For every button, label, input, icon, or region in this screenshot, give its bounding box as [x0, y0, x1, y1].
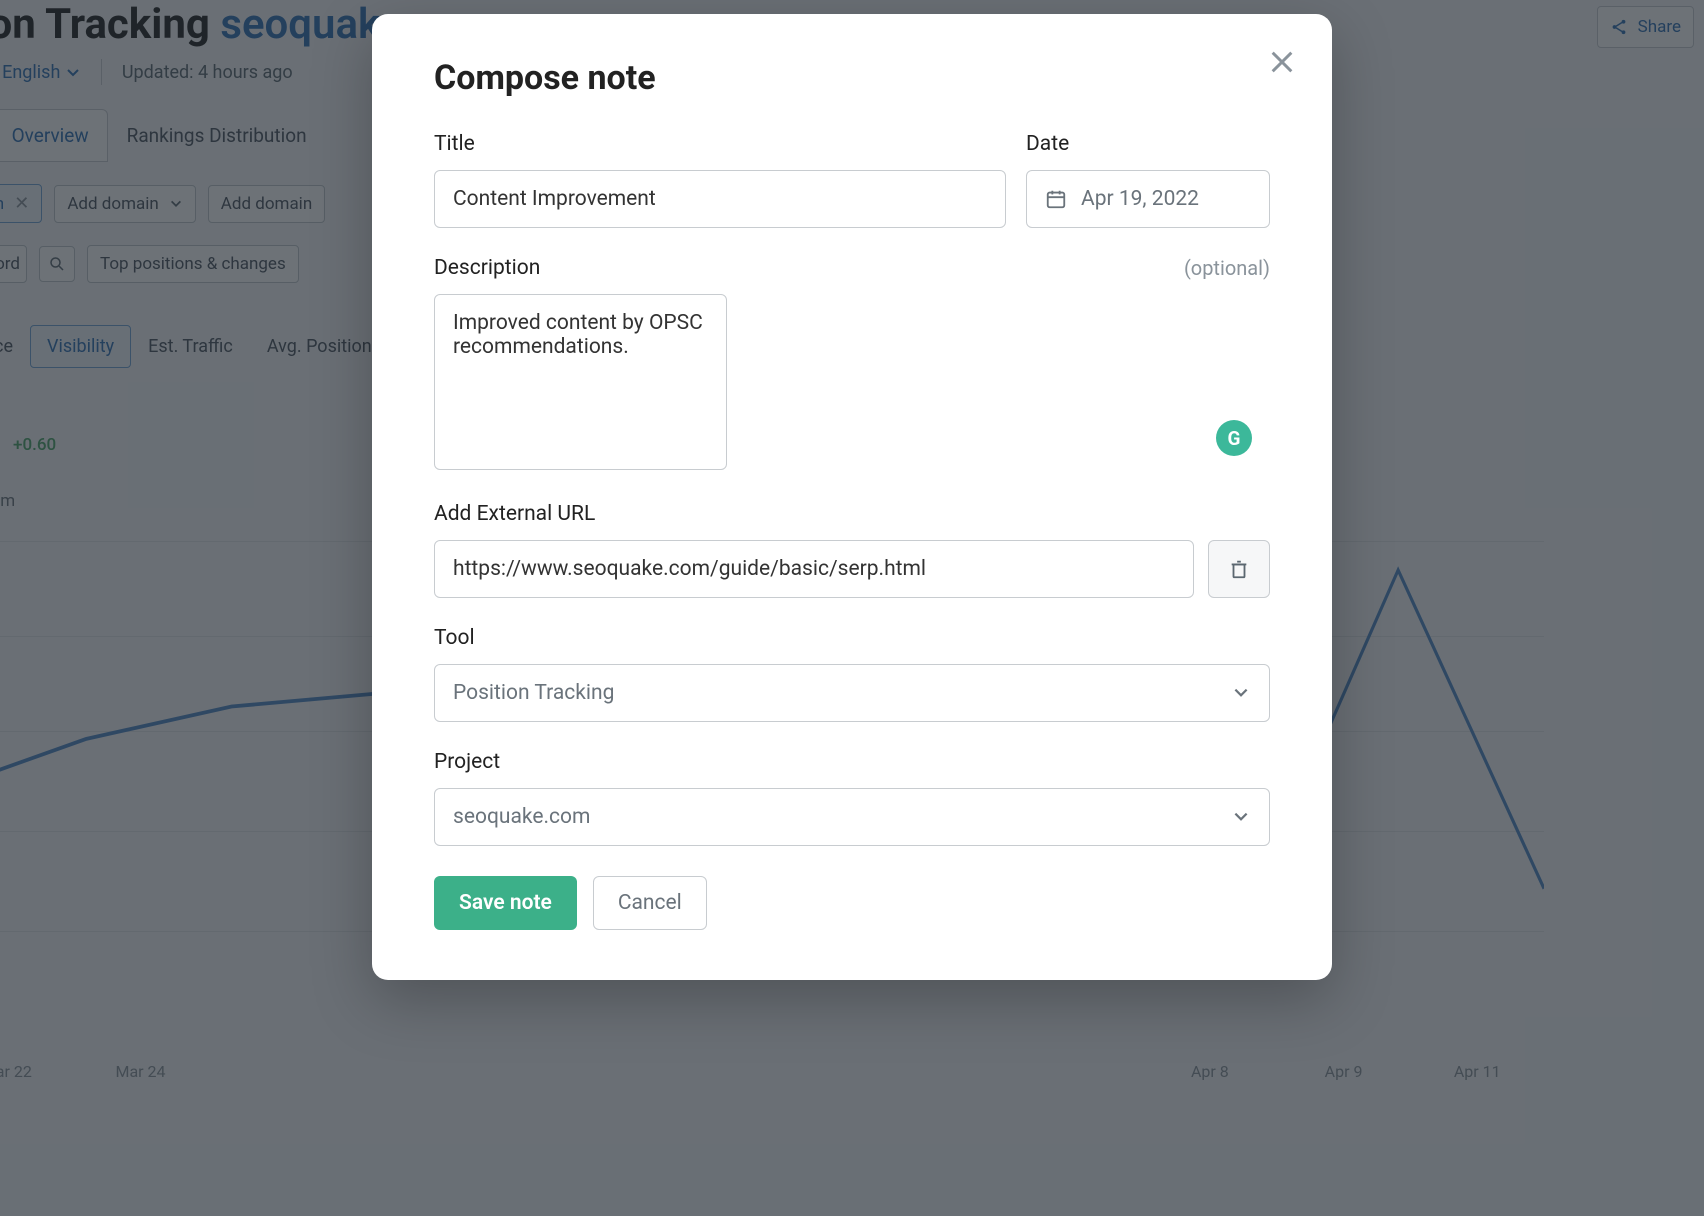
description-textarea[interactable] [434, 294, 727, 470]
close-button[interactable] [1262, 42, 1302, 82]
project-select[interactable]: seoquake.com [434, 788, 1270, 846]
tool-label: Tool [434, 626, 1270, 650]
trash-icon [1228, 558, 1250, 580]
close-icon [1268, 48, 1296, 76]
date-picker[interactable]: Apr 19, 2022 [1026, 170, 1270, 228]
title-input[interactable] [434, 170, 1006, 228]
grammarly-icon[interactable]: G [1216, 420, 1252, 456]
date-value: Apr 19, 2022 [1081, 187, 1199, 211]
cancel-button[interactable]: Cancel [593, 876, 707, 930]
title-label: Title [434, 132, 1006, 156]
tool-select[interactable]: Position Tracking [434, 664, 1270, 722]
delete-url-button[interactable] [1208, 540, 1270, 598]
description-label: Description (optional) [434, 256, 1270, 280]
compose-note-modal: Compose note Title Date Apr 19, 2022 Des… [372, 14, 1332, 980]
save-note-button[interactable]: Save note [434, 876, 577, 930]
date-label: Date [1026, 132, 1270, 156]
calendar-icon [1045, 188, 1067, 210]
external-url-input[interactable] [434, 540, 1194, 598]
optional-hint: (optional) [1184, 256, 1270, 280]
project-label: Project [434, 750, 1270, 774]
external-url-label: Add External URL [434, 502, 1270, 526]
modal-heading: Compose note [434, 58, 1270, 98]
